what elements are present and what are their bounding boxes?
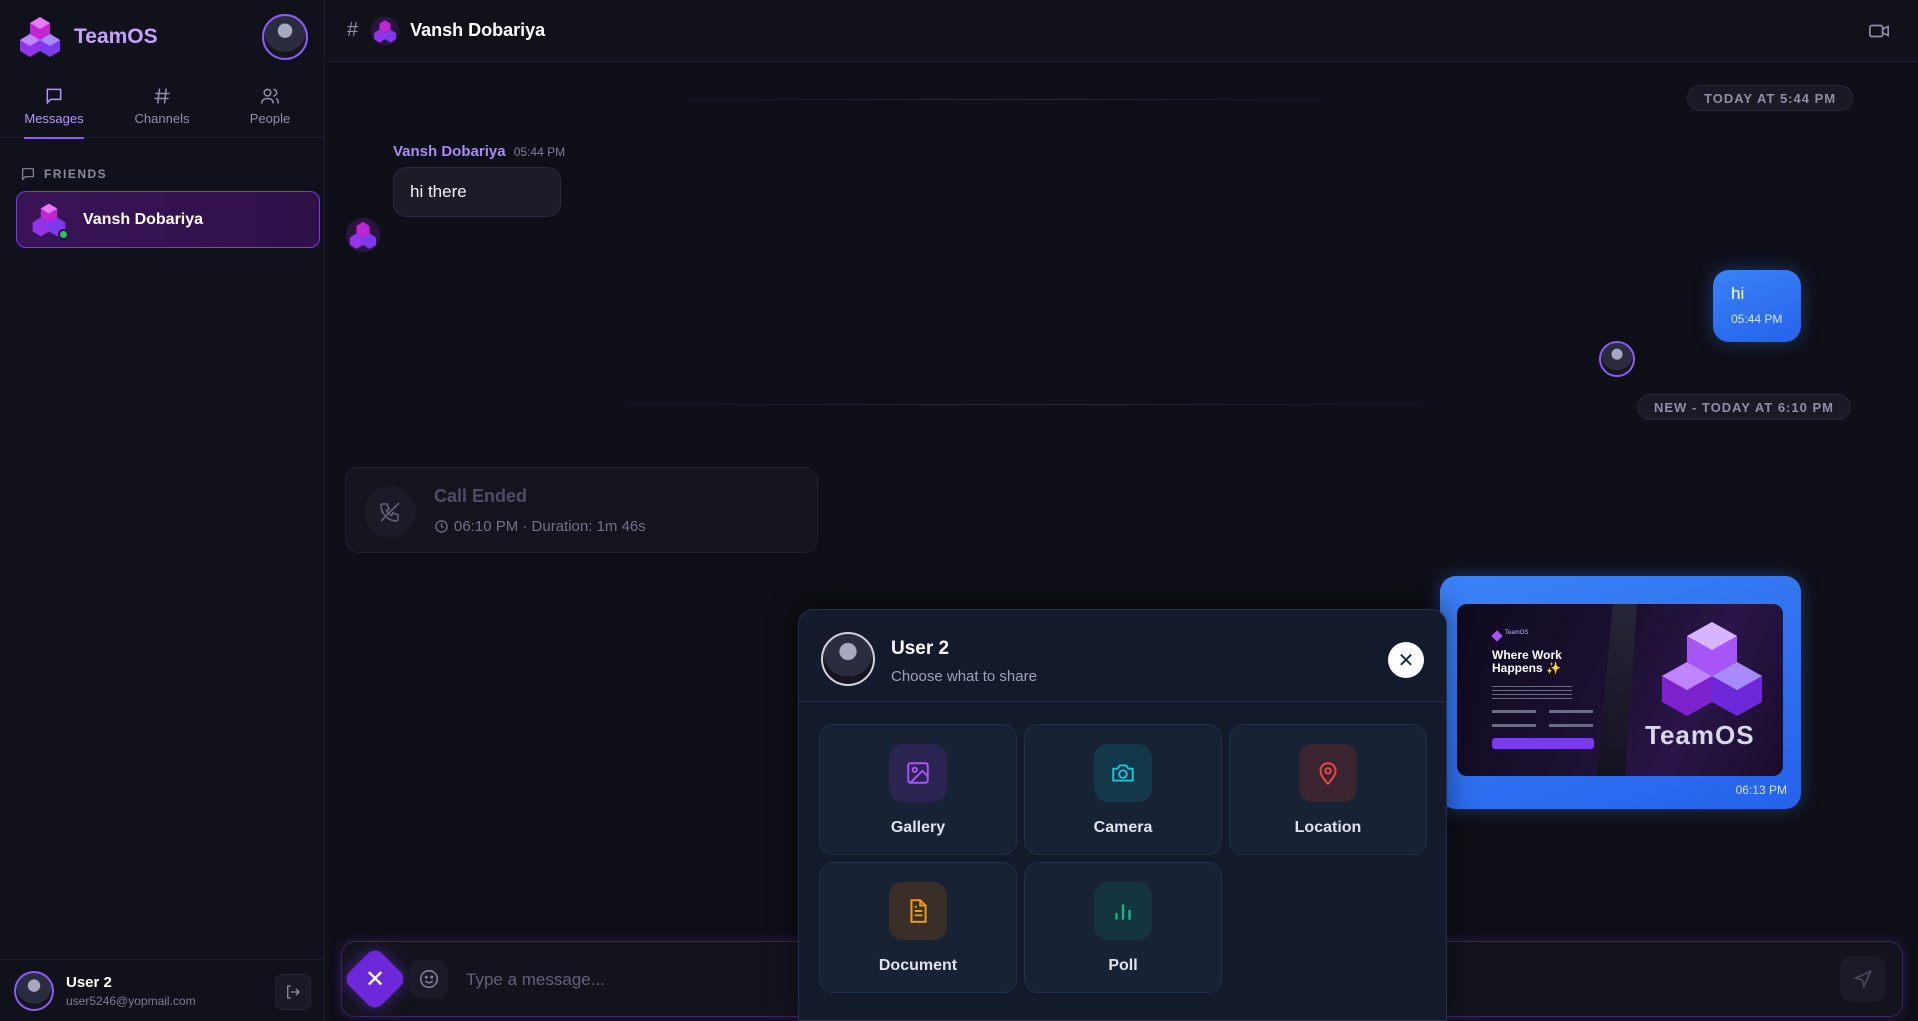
bar-chart-icon	[1115, 904, 1131, 920]
close-icon[interactable]: ✕	[352, 956, 398, 1002]
icon-tile	[1299, 744, 1357, 802]
tab-people[interactable]: People	[216, 74, 324, 138]
logout-button[interactable]	[275, 974, 311, 1010]
option-label: Poll	[1108, 957, 1138, 974]
preview-brand-small: TeamOS	[1505, 630, 1529, 636]
preview-feature	[1549, 710, 1593, 713]
call-detail: 06:10 PM · Duration: 1m 46s	[434, 518, 646, 535]
option-label: Camera	[1093, 819, 1153, 836]
camera-icon	[1112, 764, 1134, 782]
tab-label: Messages	[24, 111, 84, 126]
chat-header: # Vansh Dobariya	[325, 0, 1918, 62]
smiley-icon	[419, 969, 439, 989]
call-title: Call Ended	[434, 486, 528, 506]
message-icon	[22, 168, 34, 181]
share-panel: User 2 Choose what to share ✕ Gallery Ca…	[798, 609, 1447, 1021]
preview-feature	[1492, 710, 1536, 713]
message-icon	[46, 88, 62, 105]
outgoing-message-bubble[interactable]: hi 05:44 PM	[1713, 270, 1801, 342]
image-decor	[1597, 604, 1637, 776]
option-label: Location	[1294, 819, 1362, 836]
message-text: hi	[1731, 284, 1745, 303]
video-call-icon[interactable]	[1868, 20, 1890, 42]
logout-icon	[287, 985, 300, 999]
new-messages-separator: NEW - TODAY AT 6:10 PM	[1637, 394, 1851, 420]
current-user-bar: User 2 user5246@yopmail.com	[0, 959, 325, 1021]
share-subtitle: Choose what to share	[891, 668, 1037, 685]
current-user-email: user5246@yopmail.com	[66, 993, 196, 1008]
online-status-dot	[58, 228, 69, 240]
image-message-bubble[interactable]: TeamOS Where Work Happens ✨ TeamOS 06:13…	[1440, 576, 1801, 809]
message-meta: Vansh Dobariya 05:44 PM	[393, 143, 565, 160]
cube-logo-icon	[1662, 622, 1762, 716]
emoji-button[interactable]	[410, 960, 448, 998]
teamos-logo-icon	[20, 17, 60, 57]
divider	[525, 404, 1525, 405]
tab-label: People	[249, 111, 291, 126]
share-option-gallery[interactable]: Gallery	[819, 724, 1017, 855]
profile-avatar[interactable]	[262, 14, 308, 60]
preview-text-lines	[1492, 686, 1572, 700]
sidebar-nav: Messages Channels People	[0, 74, 325, 139]
teamos-logo-icon	[345, 217, 381, 253]
avatar	[31, 202, 69, 240]
clock-icon	[435, 520, 448, 533]
message-time: 05:44 PM	[1731, 312, 1783, 326]
friends-section-label: FRIENDS	[20, 166, 107, 182]
send-button[interactable]	[1840, 956, 1886, 1002]
tab-messages[interactable]: Messages	[0, 74, 108, 139]
icon-tile	[1094, 744, 1152, 802]
tab-label: Channels	[134, 111, 190, 126]
sidebar: TeamOS Messages Channels People FRIENDS	[0, 0, 325, 1021]
friend-name: Vansh Dobariya	[83, 210, 204, 228]
share-option-location[interactable]: Location	[1229, 724, 1427, 855]
tab-channels[interactable]: Channels	[108, 74, 216, 138]
icon-tile	[889, 882, 947, 940]
preview-feature	[1549, 724, 1593, 727]
share-user-name: User 2	[891, 638, 950, 659]
logo-icon	[1491, 630, 1503, 642]
share-option-camera[interactable]: Camera	[1024, 724, 1222, 855]
option-label: Document	[878, 957, 958, 974]
map-pin-icon	[1319, 762, 1337, 786]
teamos-logo-icon	[370, 16, 400, 45]
share-panel-header: User 2 Choose what to share ✕	[799, 610, 1446, 702]
hash-icon	[154, 88, 170, 104]
icon-tile	[889, 744, 947, 802]
share-option-poll[interactable]: Poll	[1024, 862, 1222, 993]
date-separator: TODAY AT 5:44 PM	[1687, 85, 1854, 111]
call-ended-card[interactable]: Call Ended 06:10 PM · Duration: 1m 46s	[345, 467, 818, 553]
image-icon	[907, 762, 929, 784]
friend-item-vansh-dobariya[interactable]: Vansh Dobariya	[16, 191, 320, 248]
image-attachment[interactable]: TeamOS Where Work Happens ✨ TeamOS	[1457, 604, 1783, 776]
phone-missed-icon	[380, 502, 400, 522]
share-close-button[interactable]: ✕	[1388, 642, 1424, 678]
avatar[interactable]	[14, 970, 54, 1011]
option-label: Gallery	[890, 819, 946, 836]
incoming-message-bubble[interactable]: hi there	[393, 167, 561, 217]
divider	[605, 99, 1405, 100]
message-time: 05:44 PM	[513, 145, 566, 159]
avatar	[821, 632, 875, 686]
preview-cta	[1492, 738, 1594, 749]
icon-tile	[1094, 882, 1152, 940]
current-user-name: User 2	[66, 973, 112, 991]
brand[interactable]: TeamOS	[18, 14, 158, 60]
send-icon	[1853, 970, 1872, 989]
share-option-document[interactable]: Document	[819, 862, 1017, 993]
avatar	[1599, 341, 1635, 377]
message-time: 06:13 PM	[1735, 783, 1787, 797]
call-icon-wrap	[364, 486, 416, 538]
channel-hash: #	[347, 19, 359, 41]
preview-title: Where Work Happens ✨	[1492, 648, 1562, 675]
message-sender: Vansh Dobariya	[393, 143, 506, 160]
app-name: TeamOS	[74, 25, 158, 48]
preview-brand: TeamOS	[1645, 720, 1755, 750]
chat-title: Vansh Dobariya	[410, 20, 546, 40]
preview-feature	[1492, 724, 1536, 727]
people-icon	[260, 88, 280, 104]
document-icon	[910, 899, 927, 923]
